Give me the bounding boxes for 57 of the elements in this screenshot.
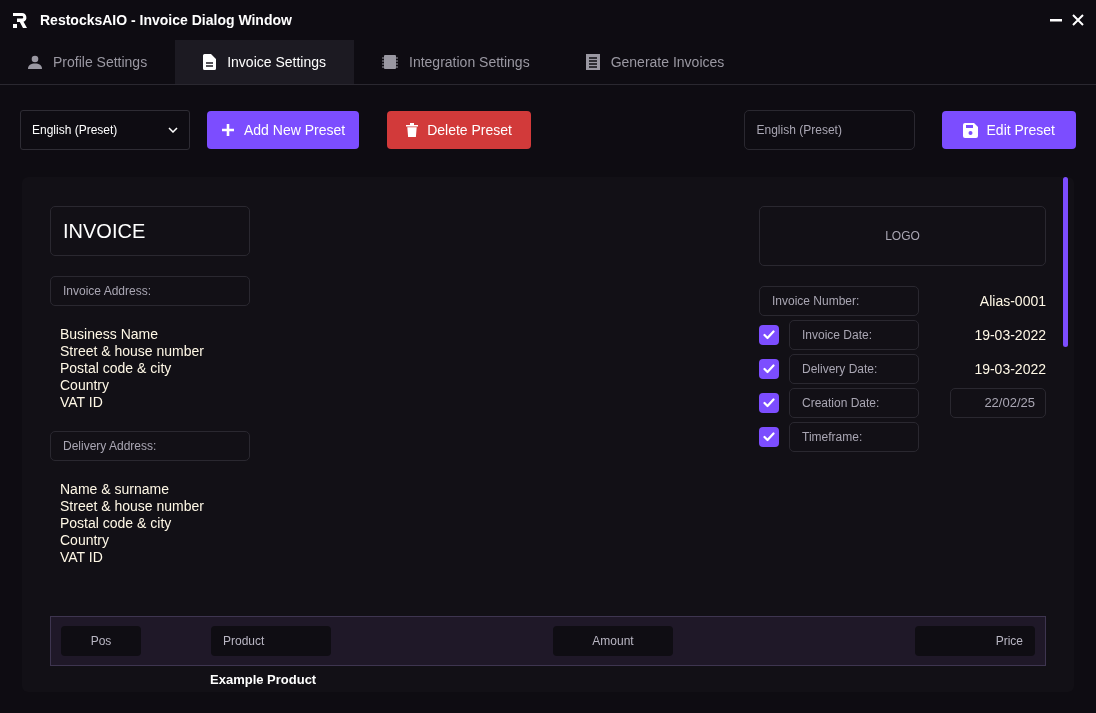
address-line: VAT ID (60, 394, 103, 411)
address-line: Business Name (60, 326, 159, 343)
column-header: Product (211, 626, 331, 656)
save-icon (962, 122, 978, 138)
address-line: Name & surname (60, 481, 169, 498)
checkbox[interactable] (759, 427, 779, 447)
invoice-address-field[interactable]: Invoice Address: (50, 276, 250, 306)
field-label[interactable]: Timeframe: (789, 422, 919, 452)
chip-icon (382, 55, 398, 69)
field-label[interactable]: Creation Date: (789, 388, 919, 418)
plus-icon (221, 123, 235, 137)
checkbox[interactable] (759, 325, 779, 345)
logo-placeholder[interactable]: LOGO (759, 206, 1046, 266)
close-icon[interactable] (1072, 14, 1084, 26)
product-name: Example Product (210, 672, 317, 687)
chevron-icon (168, 127, 178, 133)
receipt-icon (585, 54, 600, 70)
field-label[interactable]: Delivery Date: (789, 354, 919, 384)
column-header: Pos (61, 626, 141, 656)
add-preset-button[interactable]: Add New Preset (207, 111, 360, 149)
tab[interactable]: Profile Settings (0, 40, 176, 84)
address-line: Street & house number (60, 343, 204, 360)
preset-select[interactable]: English (Preset) (20, 110, 190, 150)
edit-preset-button[interactable]: Edit Preset (941, 111, 1076, 149)
column-header: Amount (553, 626, 673, 656)
delete-preset-button[interactable]: Delete Preset (387, 111, 531, 149)
checkbox[interactable] (759, 359, 779, 379)
logo-icon (12, 11, 29, 29)
field-label[interactable]: Invoice Date: (789, 320, 919, 350)
field-value: Alias-0001 (979, 291, 1046, 311)
field-value: 19-03-2022 (974, 325, 1046, 345)
date-field[interactable]: 22/02/25 (950, 388, 1046, 418)
check-icon (763, 364, 775, 374)
field-value: 19-03-2022 (974, 359, 1046, 379)
address-line: Postal code & city (60, 360, 172, 377)
scrollbar[interactable] (1063, 177, 1068, 347)
check-icon (763, 398, 775, 408)
tab[interactable]: Integration Settings (354, 40, 558, 84)
field-label[interactable]: Invoice Number: (759, 286, 919, 316)
invoice-title-field[interactable]: INVOICE (50, 206, 250, 256)
tab[interactable]: Generate Invoices (557, 40, 753, 84)
check-icon (763, 330, 775, 340)
trash-icon (406, 123, 419, 137)
column-header: Price (915, 626, 1035, 656)
document-icon (203, 54, 217, 70)
tab[interactable]: Invoice Settings (175, 40, 354, 84)
address-line: Postal code & city (60, 515, 172, 532)
address-line: Street & house number (60, 498, 204, 515)
delivery-address-field[interactable]: Delivery Address: (50, 431, 250, 461)
address-line: VAT ID (60, 549, 103, 566)
checkbox[interactable] (759, 393, 779, 413)
address-line: Country (60, 377, 110, 394)
address-line: Country (60, 532, 110, 549)
person-icon (28, 55, 42, 69)
check-icon (763, 432, 775, 442)
window-title: RestocksAIO - Invoice Dialog Window (40, 10, 292, 30)
preset-name-field[interactable]: English (Preset) (743, 110, 915, 150)
